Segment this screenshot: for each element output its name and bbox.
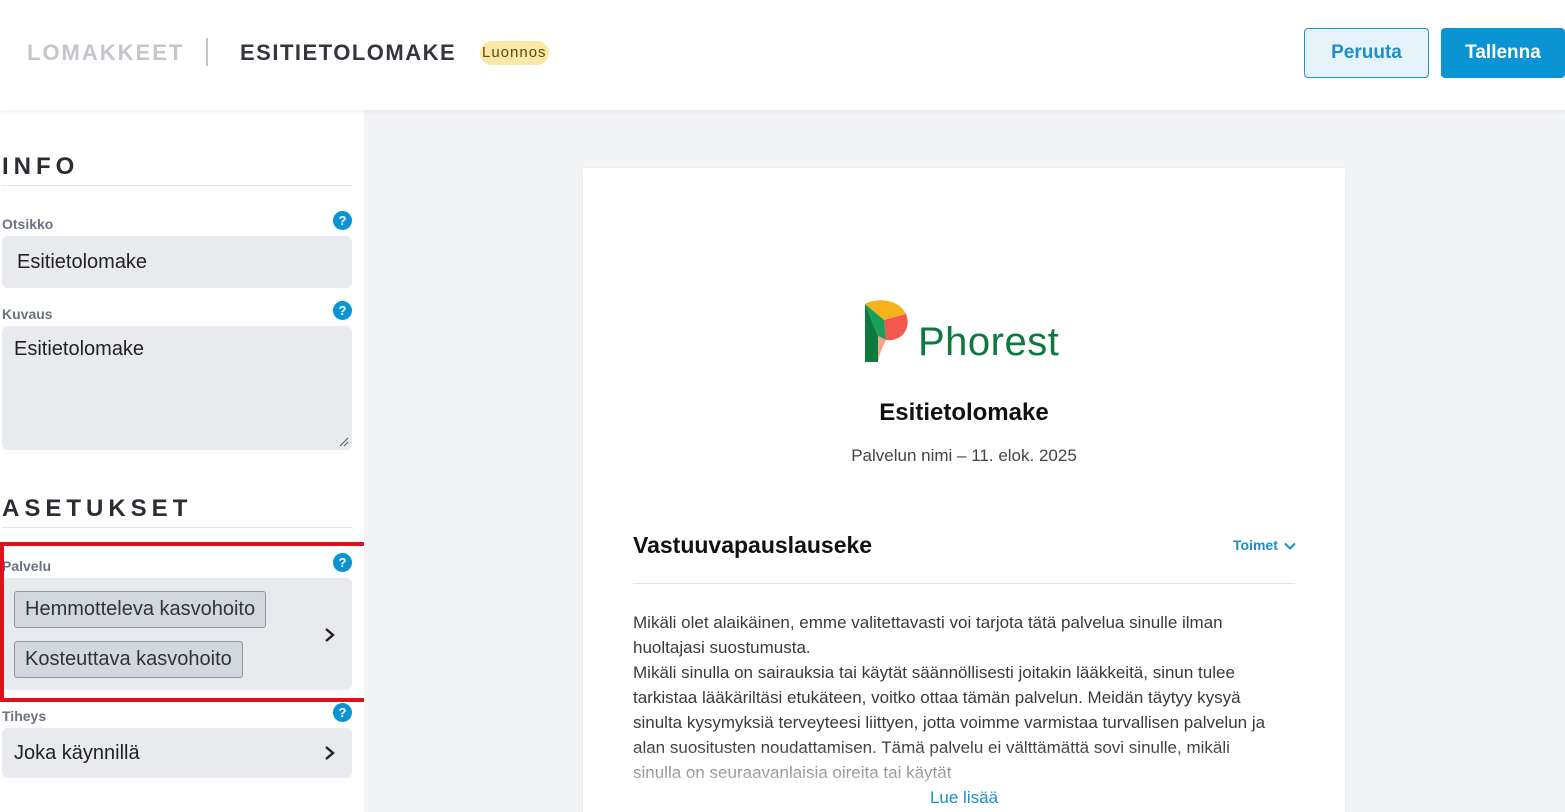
breadcrumb-separator xyxy=(206,38,208,66)
info-section-title: INFO xyxy=(2,153,80,180)
form-subtitle: Palvelun nimi – 11. elok. 2025 xyxy=(851,446,1077,465)
disclaimer-divider xyxy=(633,583,1295,584)
description-textarea[interactable]: Esitietolomake xyxy=(2,326,352,450)
description-field-label: Kuvaus xyxy=(2,306,53,322)
page-title: ESITIETOLOMAKE xyxy=(240,40,457,65)
chevron-right-icon xyxy=(325,746,335,760)
description-value: Esitietolomake xyxy=(14,338,145,360)
save-button[interactable]: Tallenna xyxy=(1441,28,1565,78)
status-badge: Luonnos xyxy=(480,41,549,65)
frequency-field-label: Tiheys xyxy=(2,708,47,724)
frequency-select[interactable]: Joka käynnillä xyxy=(2,728,352,778)
actions-label: Toimet xyxy=(1233,537,1278,553)
frequency-value: Joka käynnillä xyxy=(14,742,140,764)
disclaimer-paragraph: Mikäli olet alaikäinen, emme valitettava… xyxy=(633,613,1223,657)
text-fade xyxy=(583,745,1345,785)
read-more-link[interactable]: Lue lisää xyxy=(583,788,1345,808)
help-icon[interactable]: ? xyxy=(333,301,352,320)
service-highlight-frame xyxy=(0,542,370,702)
help-icon[interactable]: ? xyxy=(333,703,352,722)
cancel-button[interactable]: Peruuta xyxy=(1304,28,1429,78)
resize-handle-icon[interactable] xyxy=(339,437,349,447)
disclaimer-title: Vastuuvapauslauseke xyxy=(633,532,873,558)
form-title: Esitietolomake xyxy=(879,399,1049,426)
settings-section-title: ASETUKSET xyxy=(2,495,193,522)
settings-divider xyxy=(2,527,352,528)
top-header: LOMAKKEET ESITIETOLOMAKE Luonnos Peruuta… xyxy=(0,0,1565,110)
actions-dropdown[interactable]: Toimet xyxy=(1233,537,1296,553)
info-divider xyxy=(2,185,352,186)
logo-text: Phorest xyxy=(918,320,1060,364)
help-icon[interactable]: ? xyxy=(333,211,352,230)
title-field-label: Otsikko xyxy=(2,216,54,232)
chevron-down-icon xyxy=(1284,543,1296,551)
title-input[interactable]: Esitietolomake xyxy=(2,236,352,288)
breadcrumb-root[interactable]: LOMAKKEET xyxy=(27,40,184,66)
settings-sidebar xyxy=(0,110,364,812)
